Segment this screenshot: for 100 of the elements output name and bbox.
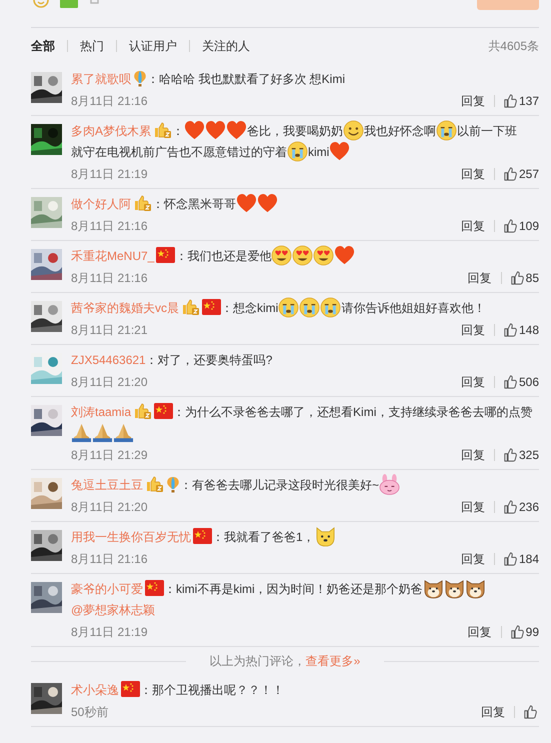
china-flag-icon: [202, 299, 221, 316]
reply-link[interactable]: 回复: [481, 702, 505, 720]
timestamp: 8月11日 21:16: [71, 92, 148, 110]
filter-tab[interactable]: 关注的人: [202, 37, 250, 55]
comment-text: ：有爸爸去哪儿记录这段时光很美好~: [180, 478, 380, 492]
heart-icon: [184, 120, 206, 141]
filter-tab[interactable]: 热门: [80, 37, 104, 55]
heart-icon: [226, 120, 248, 141]
comment-text: 以前一下班: [457, 124, 518, 138]
like-icon[interactable]: [504, 448, 517, 462]
like-count: 184: [518, 550, 539, 568]
crying-face-icon: [436, 120, 458, 141]
like-count: 506: [518, 374, 539, 390]
china-flag-icon: [193, 528, 212, 544]
reply-link[interactable]: 回复: [460, 550, 485, 568]
footer-note: 以上为热门评论，: [210, 653, 306, 670]
comment-text: ：: [172, 124, 184, 138]
timestamp: 8月11日 21:16: [71, 550, 148, 568]
comment-text: ：想念kimi: [221, 301, 278, 315]
reply-link[interactable]: 回复: [460, 446, 485, 464]
comment-text: ：我们也还是爱他: [175, 249, 272, 263]
like-icon[interactable]: [504, 500, 517, 514]
comment-text: 我也好怀念啊: [364, 124, 436, 138]
heart-icon: [236, 192, 257, 214]
china-flag-icon: [145, 580, 164, 596]
comment-count: 共4605条: [488, 38, 539, 55]
comment-text: ：为什么不录爸爸去哪了，还想看Kimi，支持继续录爸爸去哪的点赞: [173, 405, 532, 419]
comment-text: 爸比，我要喝奶奶: [247, 124, 344, 138]
like-count: 99: [526, 624, 539, 640]
timestamp: 8月11日 21:16: [71, 270, 148, 286]
reply-link[interactable]: 回复: [460, 164, 485, 182]
reply-link[interactable]: 回复: [460, 92, 485, 110]
balloon-icon: [133, 70, 147, 87]
comment-text: 就守在电视机前广告也不愿意错过的守着: [71, 145, 287, 159]
member-badge-icon: [133, 194, 152, 212]
china-flag-icon: [156, 247, 176, 264]
timestamp: 8月11日 21:29: [71, 446, 148, 464]
heart-icon: [205, 120, 226, 141]
comment-text: ：哈哈哈 我也默默看了好多次 想Kimi: [147, 72, 345, 86]
comment-text: ：kimi不再是kimi，因为时间！奶爸还是那个奶爸: [164, 582, 423, 596]
filter-tab[interactable]: 全部: [31, 37, 55, 55]
like-icon[interactable]: [510, 624, 524, 638]
member-badge-icon: [153, 121, 172, 140]
heart-icon: [257, 192, 278, 214]
china-flag-icon: [154, 403, 174, 420]
reply-link[interactable]: 回复: [460, 320, 485, 338]
shiba-face-icon: [464, 578, 486, 599]
crying-face-icon: [278, 296, 300, 318]
reply-link[interactable]: 回复: [460, 498, 485, 516]
heart-icon: [329, 140, 350, 162]
smiley-icon: [343, 120, 364, 141]
like-count: 257: [518, 166, 539, 182]
comment-text: ：怀念黑米哥哥: [152, 197, 236, 211]
like-count: 236: [518, 498, 539, 516]
heart-eyes-face-icon: [271, 244, 292, 266]
like-icon[interactable]: [504, 94, 517, 108]
reply-link[interactable]: 回复: [468, 622, 492, 640]
like-icon[interactable]: [510, 270, 524, 284]
timestamp: 8月11日 21:20: [71, 374, 148, 390]
like-count: 137: [518, 92, 539, 110]
member-badge-icon: [181, 298, 200, 316]
balloon-icon: [166, 476, 180, 493]
crying-face-icon: [287, 140, 308, 162]
comment-text: ：对了，还要奥特蛋吗?: [146, 353, 272, 367]
shiba-face-icon: [422, 578, 444, 599]
heart-eyes-face-icon: [292, 244, 314, 266]
like-icon[interactable]: [504, 322, 517, 336]
shiba-face-icon: [444, 578, 465, 599]
like-icon[interactable]: [504, 166, 517, 180]
like-icon[interactable]: [504, 552, 517, 566]
like-count: 325: [518, 446, 539, 464]
china-flag-icon: [121, 681, 140, 698]
crying-face-icon: [320, 296, 342, 318]
reply-link[interactable]: 回复: [460, 216, 485, 234]
comment-text: kimi: [308, 145, 330, 159]
comment-text: ：那个卫视播出呢？？！！: [140, 683, 284, 697]
member-badge-icon: [133, 402, 152, 420]
filter-tab[interactable]: 认证用户: [129, 37, 177, 55]
timestamp: 8月11日 21:21: [71, 322, 148, 338]
member-badge-icon: [145, 475, 164, 494]
bunny-face-icon: [379, 474, 400, 495]
like-icon[interactable]: [524, 704, 537, 718]
timestamp: 8月11日 21:19: [71, 166, 148, 182]
timestamp: 8月11日 21:19: [71, 624, 148, 640]
reply-link[interactable]: 回复: [468, 268, 492, 286]
timestamp: 50秒前: [71, 704, 108, 720]
reply-link[interactable]: 回复: [460, 372, 485, 390]
timestamp: 8月11日 21:20: [71, 498, 148, 516]
like-count: 85: [526, 270, 539, 286]
like-count: 148: [518, 322, 539, 338]
comment-text: ：我就看了爸爸1，: [212, 530, 315, 544]
heart-icon: [334, 244, 356, 266]
timestamp: 8月11日 21:16: [71, 218, 148, 234]
heart-eyes-face-icon: [313, 244, 334, 266]
comment-text: 请你告诉他姐姐好喜欢他！: [341, 301, 486, 315]
like-count: 109: [518, 218, 539, 234]
dog-face-icon: [314, 526, 336, 547]
like-icon[interactable]: [504, 374, 517, 388]
like-icon[interactable]: [504, 218, 517, 232]
crying-face-icon: [299, 296, 320, 318]
